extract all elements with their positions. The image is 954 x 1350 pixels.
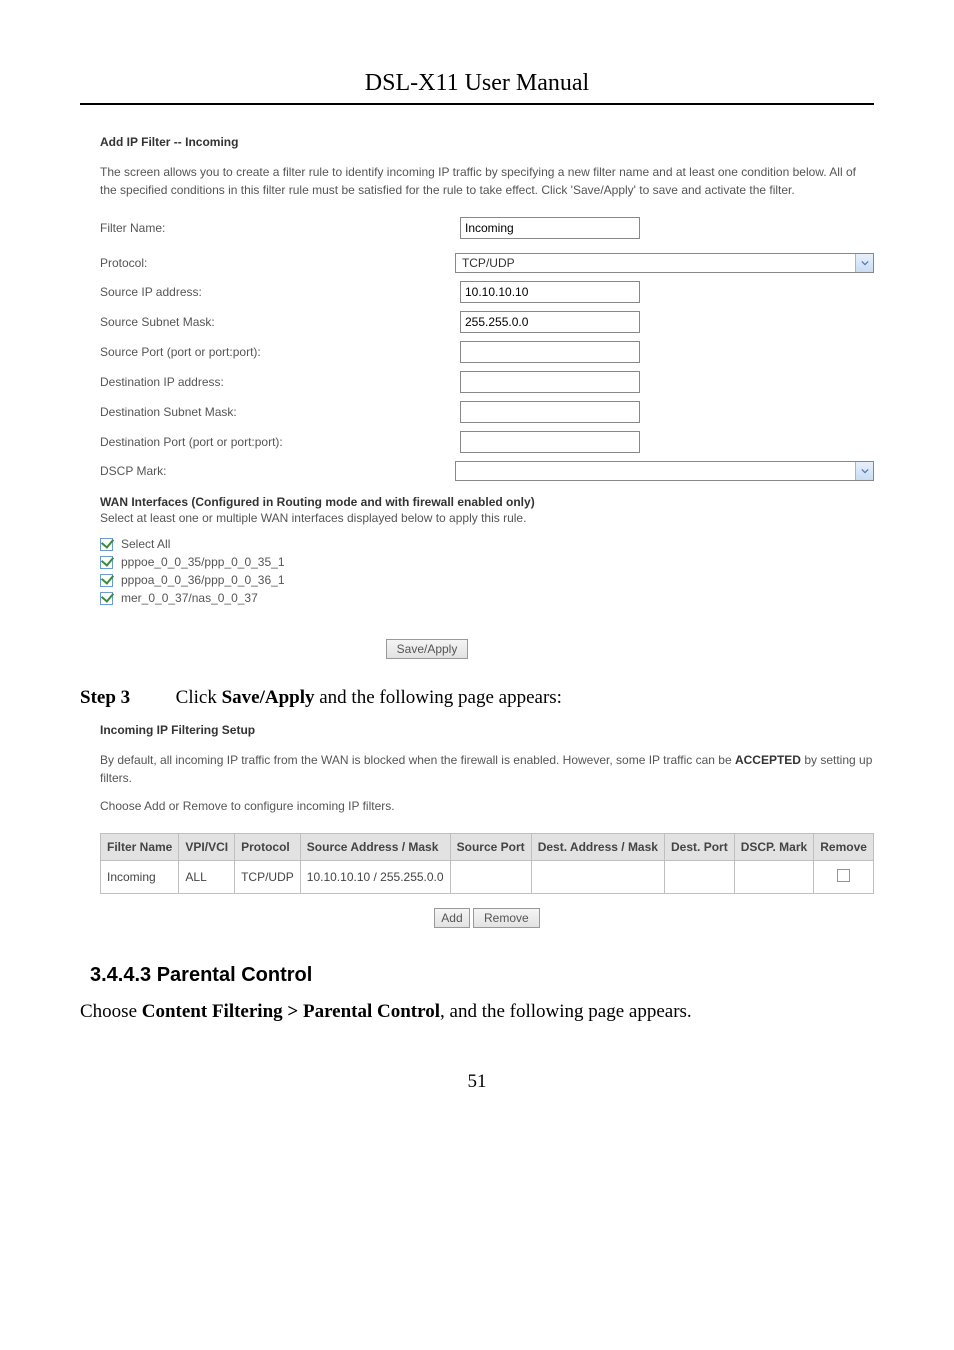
table-row: Incoming ALL TCP/UDP 10.10.10.10 / 255.2… bbox=[101, 861, 874, 894]
panel-description: The screen allows you to create a filter… bbox=[100, 163, 874, 199]
dest-ip-label: Destination IP address: bbox=[100, 375, 460, 389]
protocol-label: Protocol: bbox=[100, 256, 455, 270]
cell-remove bbox=[814, 861, 874, 894]
incoming-filtering-panel: Incoming IP Filtering Setup By default, … bbox=[100, 723, 874, 928]
chevron-down-icon bbox=[855, 254, 873, 272]
wan-interfaces-desc: Select at least one or multiple WAN inte… bbox=[100, 509, 874, 527]
remove-button[interactable]: Remove bbox=[473, 908, 540, 928]
col-protocol: Protocol bbox=[235, 834, 301, 861]
dest-port-label: Destination Port (port or port:port): bbox=[100, 435, 460, 449]
title-divider bbox=[80, 103, 874, 105]
protocol-value: TCP/UDP bbox=[456, 254, 521, 272]
cell-source-port bbox=[450, 861, 531, 894]
interface-2-label: pppoa_0_0_36/ppp_0_0_36_1 bbox=[121, 573, 285, 587]
interface-1-label: pppoe_0_0_35/ppp_0_0_35_1 bbox=[121, 555, 285, 569]
cell-filter-name: Incoming bbox=[101, 861, 179, 894]
section-body-after: , and the following page appears. bbox=[440, 1001, 692, 1022]
col-source-addr: Source Address / Mask bbox=[300, 834, 450, 861]
source-ip-input[interactable] bbox=[460, 281, 640, 303]
section-body: Choose Content Filtering > Parental Cont… bbox=[80, 1001, 874, 1023]
step-3-text-before: Click bbox=[176, 687, 222, 708]
cell-dest-addr bbox=[531, 861, 664, 894]
step-3-line: Step 3 Click Save/Apply and the followin… bbox=[80, 687, 874, 709]
filter-name-label: Filter Name: bbox=[100, 221, 460, 235]
filter-name-input[interactable] bbox=[460, 217, 640, 239]
step-3-label: Step 3 bbox=[80, 687, 130, 708]
cell-dscp bbox=[734, 861, 814, 894]
dscp-select[interactable] bbox=[455, 461, 874, 481]
interface-3-checkbox[interactable] bbox=[100, 592, 113, 605]
interface-1-checkbox[interactable] bbox=[100, 556, 113, 569]
save-apply-button[interactable]: Save/Apply bbox=[386, 639, 469, 659]
dest-mask-label: Destination Subnet Mask: bbox=[100, 405, 460, 419]
col-remove: Remove bbox=[814, 834, 874, 861]
dest-port-input[interactable] bbox=[460, 431, 640, 453]
cell-protocol: TCP/UDP bbox=[235, 861, 301, 894]
remove-row-checkbox[interactable] bbox=[837, 869, 850, 882]
source-port-label: Source Port (port or port:port): bbox=[100, 345, 460, 359]
wan-interfaces-heading: WAN Interfaces (Configured in Routing mo… bbox=[100, 495, 874, 509]
setup-desc-bold: ACCEPTED bbox=[735, 753, 801, 767]
col-vpivci: VPI/VCI bbox=[179, 834, 235, 861]
table-header-row: Filter Name VPI/VCI Protocol Source Addr… bbox=[101, 834, 874, 861]
dscp-label: DSCP Mark: bbox=[100, 464, 455, 478]
interface-3-label: mer_0_0_37/nas_0_0_37 bbox=[121, 591, 258, 605]
col-source-port: Source Port bbox=[450, 834, 531, 861]
section-heading: 3.4.4.3 Parental Control bbox=[90, 964, 874, 987]
panel-heading: Add IP Filter -- Incoming bbox=[100, 135, 874, 149]
add-ip-filter-panel: Add IP Filter -- Incoming The screen all… bbox=[100, 135, 874, 659]
dest-mask-input[interactable] bbox=[460, 401, 640, 423]
source-ip-label: Source IP address: bbox=[100, 285, 460, 299]
section-body-before: Choose bbox=[80, 1001, 142, 1022]
source-port-input[interactable] bbox=[460, 341, 640, 363]
setup-choose-text: Choose Add or Remove to configure incomi… bbox=[100, 797, 874, 815]
filter-table: Filter Name VPI/VCI Protocol Source Addr… bbox=[100, 833, 874, 894]
dscp-value bbox=[456, 469, 468, 473]
protocol-select[interactable]: TCP/UDP bbox=[455, 253, 874, 273]
document-title: DSL-X11 User Manual bbox=[80, 70, 874, 97]
col-dest-port: Dest. Port bbox=[665, 834, 735, 861]
dest-ip-input[interactable] bbox=[460, 371, 640, 393]
source-mask-label: Source Subnet Mask: bbox=[100, 315, 460, 329]
col-dest-addr: Dest. Address / Mask bbox=[531, 834, 664, 861]
interface-2-checkbox[interactable] bbox=[100, 574, 113, 587]
select-all-label: Select All bbox=[121, 537, 170, 551]
setup-desc-before: By default, all incoming IP traffic from… bbox=[100, 753, 735, 767]
col-dscp: DSCP. Mark bbox=[734, 834, 814, 861]
add-button[interactable]: Add bbox=[434, 908, 469, 928]
col-filter-name: Filter Name bbox=[101, 834, 179, 861]
step-3-bold: Save/Apply bbox=[222, 687, 315, 708]
cell-source-addr: 10.10.10.10 / 255.255.0.0 bbox=[300, 861, 450, 894]
setup-description: By default, all incoming IP traffic from… bbox=[100, 751, 874, 787]
section-body-bold: Content Filtering > Parental Control bbox=[142, 1001, 440, 1022]
cell-vpivci: ALL bbox=[179, 861, 235, 894]
cell-dest-port bbox=[665, 861, 735, 894]
setup-heading: Incoming IP Filtering Setup bbox=[100, 723, 874, 737]
page-number: 51 bbox=[80, 1071, 874, 1093]
chevron-down-icon bbox=[855, 462, 873, 480]
source-mask-input[interactable] bbox=[460, 311, 640, 333]
select-all-checkbox[interactable] bbox=[100, 538, 113, 551]
step-3-text-after: and the following page appears: bbox=[315, 687, 562, 708]
